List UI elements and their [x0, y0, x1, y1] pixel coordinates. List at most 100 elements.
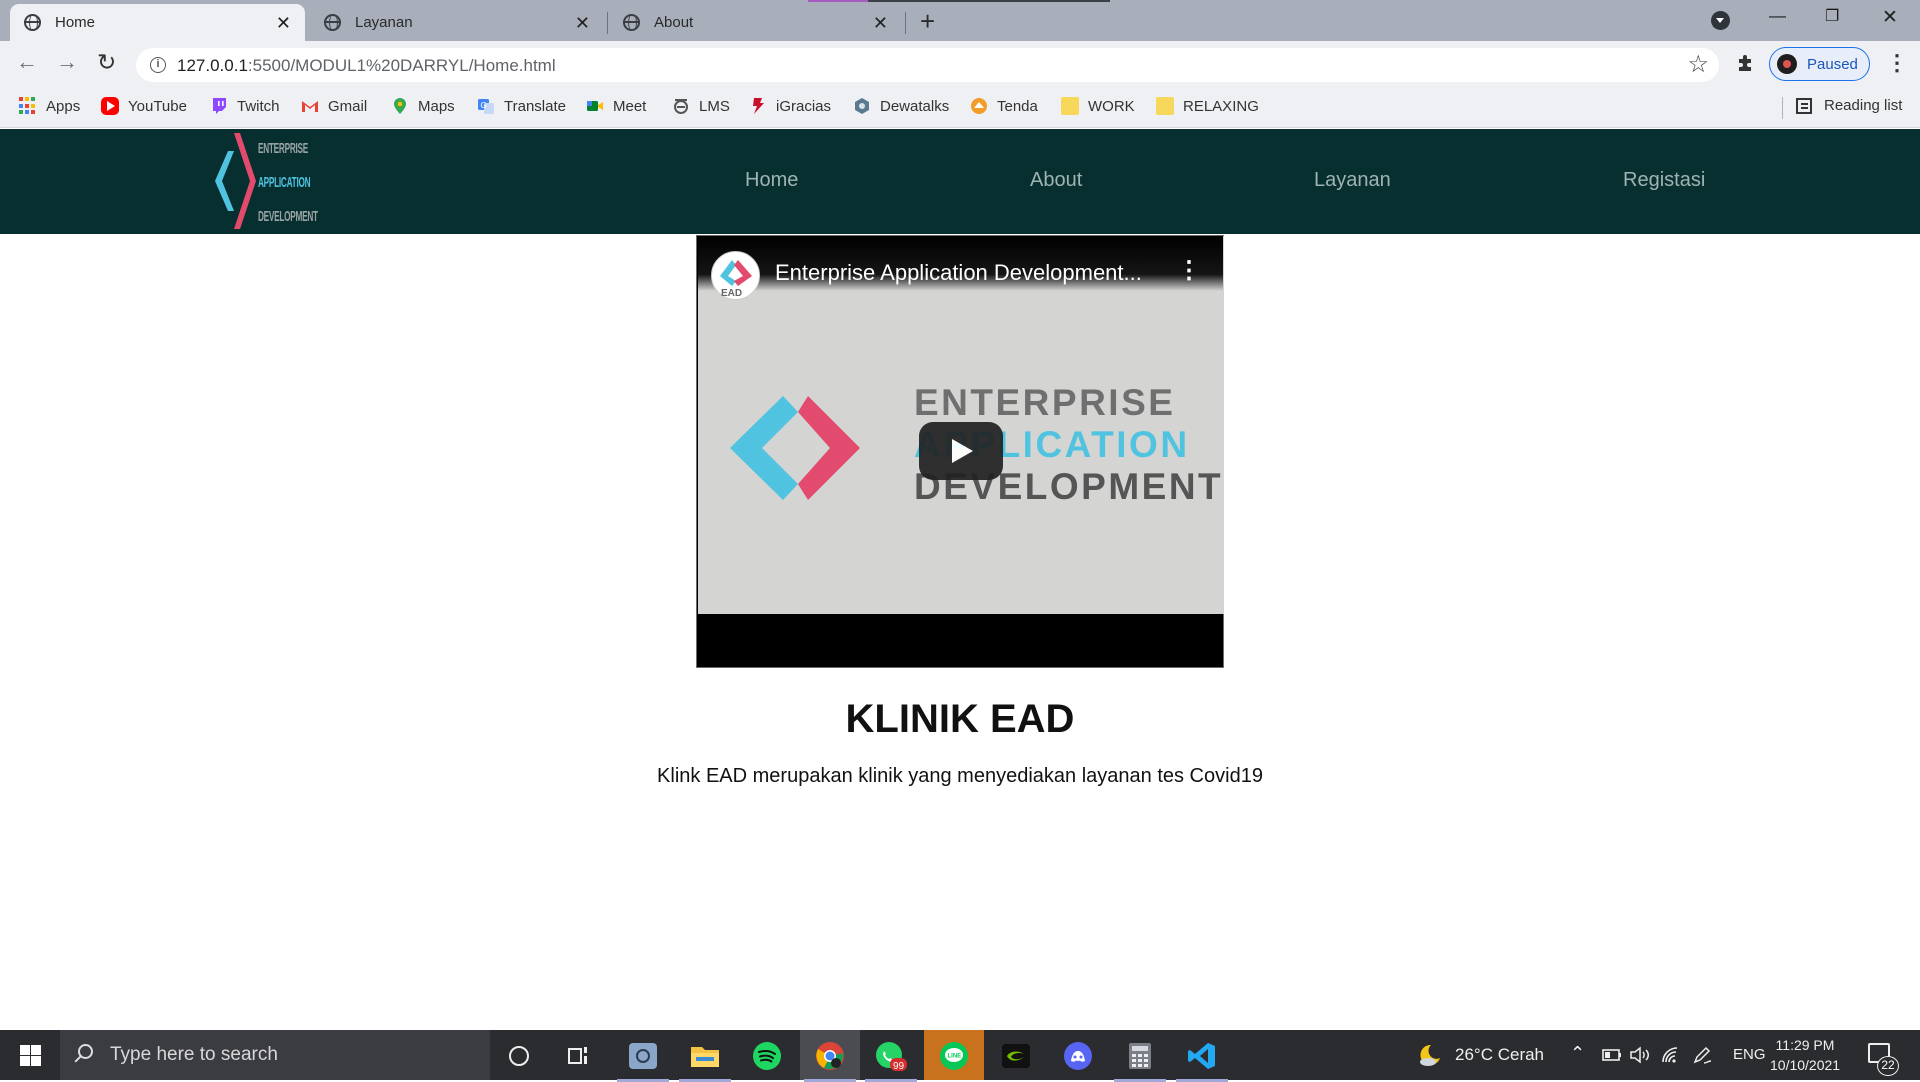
forward-icon[interactable]: →	[56, 49, 78, 75]
reload-icon[interactable]: ↻	[97, 49, 116, 76]
nvidia-icon[interactable]	[999, 1039, 1033, 1073]
new-tab-button[interactable]: +	[920, 6, 935, 36]
url-text[interactable]: 127.0.0.1:5500/MODUL1%20DARRYL/Home.html	[177, 56, 556, 76]
tab-title: Home	[55, 14, 96, 31]
nav-about[interactable]: About	[1030, 169, 1082, 192]
logo-mark-icon	[215, 133, 256, 229]
volume-icon[interactable]	[1629, 1045, 1651, 1065]
spotify-icon[interactable]	[750, 1039, 784, 1073]
tab-home[interactable]: Home ✕	[10, 4, 305, 41]
reading-list-button[interactable]: Reading list	[1796, 97, 1902, 114]
meet-icon	[587, 101, 603, 111]
wifi-icon[interactable]	[1660, 1045, 1682, 1065]
whatsapp-icon[interactable]: 99	[865, 1039, 917, 1082]
cortana-icon[interactable]	[502, 1039, 536, 1073]
show-hidden-icons-icon[interactable]: ⌃	[1570, 1043, 1585, 1064]
nav-home[interactable]: Home	[745, 169, 798, 192]
clock-time: 11:29 PM	[1775, 1037, 1835, 1053]
whatsapp-badge: 99	[893, 1061, 905, 1072]
play-icon[interactable]	[919, 422, 1003, 480]
chrome-icon[interactable]	[804, 1039, 856, 1082]
site-logo[interactable]: ENTERPRISE APPLICATION DEVELOPMENT	[214, 129, 318, 234]
maps-icon	[394, 98, 406, 114]
minimize-icon[interactable]: —	[1769, 6, 1786, 26]
clock[interactable]: 11:29 PM 10/10/2021	[1770, 1035, 1840, 1075]
camera-app-icon[interactable]	[617, 1039, 669, 1082]
windows-start-icon[interactable]	[20, 1045, 41, 1066]
battery-icon[interactable]	[1600, 1046, 1622, 1064]
bookmark-meet[interactable]: Meet	[586, 97, 646, 115]
embedded-video-player[interactable]: ENTERPRISE APPLICATION DEVELOPMENT EAD E…	[696, 235, 1224, 668]
tab-drag-indicator	[808, 0, 1110, 2]
twitch-icon	[213, 98, 226, 114]
page-title: KLINIK EAD	[845, 697, 1075, 741]
tab-divider	[607, 12, 608, 34]
file-explorer-icon[interactable]	[679, 1039, 731, 1082]
logo-text: ENTERPRISE APPLICATION DEVELOPMENT	[258, 140, 318, 225]
browser-toolbar: ← → ↻ i 127.0.0.1:5500/MODUL1%20DARRYL/H…	[0, 41, 1920, 89]
profile-button[interactable]: Paused	[1769, 47, 1870, 81]
ead-logo-icon	[730, 396, 860, 500]
tab-about[interactable]: About ✕	[609, 4, 902, 41]
line-icon[interactable]: LINE	[937, 1039, 971, 1073]
calculator-icon[interactable]	[1114, 1039, 1166, 1082]
vscode-icon[interactable]	[1176, 1039, 1228, 1082]
youtube-icon	[101, 97, 119, 115]
globe-icon	[324, 14, 341, 31]
weather-text[interactable]: 26°C Cerah	[1455, 1045, 1544, 1065]
bookmark-maps[interactable]: Maps	[391, 97, 455, 115]
video-more-icon[interactable]: ⋮	[1177, 256, 1201, 285]
site-navbar: ENTERPRISE APPLICATION DEVELOPMENT Home …	[0, 129, 1920, 234]
language-indicator[interactable]: ENG	[1733, 1046, 1766, 1063]
address-bar[interactable]: i 127.0.0.1:5500/MODUL1%20DARRYL/Home.ht…	[136, 48, 1719, 82]
bookmark-apps[interactable]: Apps	[19, 97, 80, 115]
bookmark-folder-relaxing[interactable]: RELAXING	[1156, 97, 1259, 115]
bookmark-dewatalks[interactable]: Dewatalks	[853, 97, 949, 115]
browser-menu-icon[interactable]: ⋮	[1886, 50, 1908, 76]
video-title[interactable]: Enterprise Application Development...	[775, 260, 1142, 286]
svg-text:G: G	[481, 101, 487, 110]
discord-icon[interactable]	[1061, 1039, 1095, 1073]
dewatalks-icon	[855, 98, 869, 114]
globe-icon	[623, 14, 640, 31]
video-thumbnail[interactable]: ENTERPRISE APPLICATION DEVELOPMENT	[698, 236, 1224, 614]
restore-icon[interactable]: ❐	[1825, 6, 1839, 26]
bookmark-lms[interactable]: LMS	[672, 97, 730, 115]
bookmark-folder-work[interactable]: WORK	[1061, 97, 1135, 115]
bookmark-youtube[interactable]: YouTube	[101, 97, 187, 115]
back-icon[interactable]: ←	[16, 49, 38, 75]
search-icon	[78, 1044, 93, 1059]
bookmark-translate[interactable]: G Translate	[477, 97, 566, 115]
task-view-icon[interactable]	[562, 1039, 596, 1073]
tab-title: About	[654, 14, 694, 31]
pen-workspace-icon[interactable]	[1692, 1045, 1714, 1065]
close-tab-icon[interactable]: ✕	[575, 14, 590, 32]
channel-avatar[interactable]: EAD	[711, 251, 760, 300]
bookmark-tenda[interactable]: Tenda	[970, 97, 1038, 115]
nav-registasi[interactable]: Registasi	[1623, 169, 1705, 192]
weather-moon-icon[interactable]	[1417, 1042, 1443, 1068]
bookmark-gmail[interactable]: Gmail	[301, 97, 367, 115]
clock-date: 10/10/2021	[1770, 1057, 1841, 1073]
taskbar-search[interactable]: Type here to search	[60, 1030, 490, 1080]
tab-title: Layanan	[355, 14, 413, 31]
close-tab-icon[interactable]: ✕	[276, 14, 291, 32]
tab-layanan[interactable]: Layanan ✕	[310, 4, 604, 41]
folder-icon	[1156, 97, 1174, 115]
bookmark-igracias[interactable]: iGracias	[749, 97, 831, 115]
thumb-line: ENTERPRISE	[914, 382, 1176, 423]
gmail-icon	[302, 101, 318, 112]
extensions-icon[interactable]	[1736, 53, 1756, 73]
taskbar-search-placeholder: Type here to search	[110, 1044, 278, 1065]
bookmark-star-icon[interactable]: ☆	[1687, 50, 1709, 79]
bookmark-twitch[interactable]: Twitch	[210, 97, 280, 115]
browser-tab-strip: Home ✕ Layanan ✕ About ✕ + — ❐ ✕	[0, 0, 1920, 41]
tenda-icon	[971, 98, 987, 114]
close-tab-icon[interactable]: ✕	[873, 14, 888, 32]
apps-grid-icon	[19, 97, 37, 115]
tab-search-icon[interactable]	[1711, 11, 1730, 30]
close-window-icon[interactable]: ✕	[1882, 6, 1898, 29]
site-info-icon[interactable]: i	[150, 57, 166, 73]
nav-layanan[interactable]: Layanan	[1314, 169, 1391, 192]
reading-list-icon	[1796, 97, 1812, 114]
